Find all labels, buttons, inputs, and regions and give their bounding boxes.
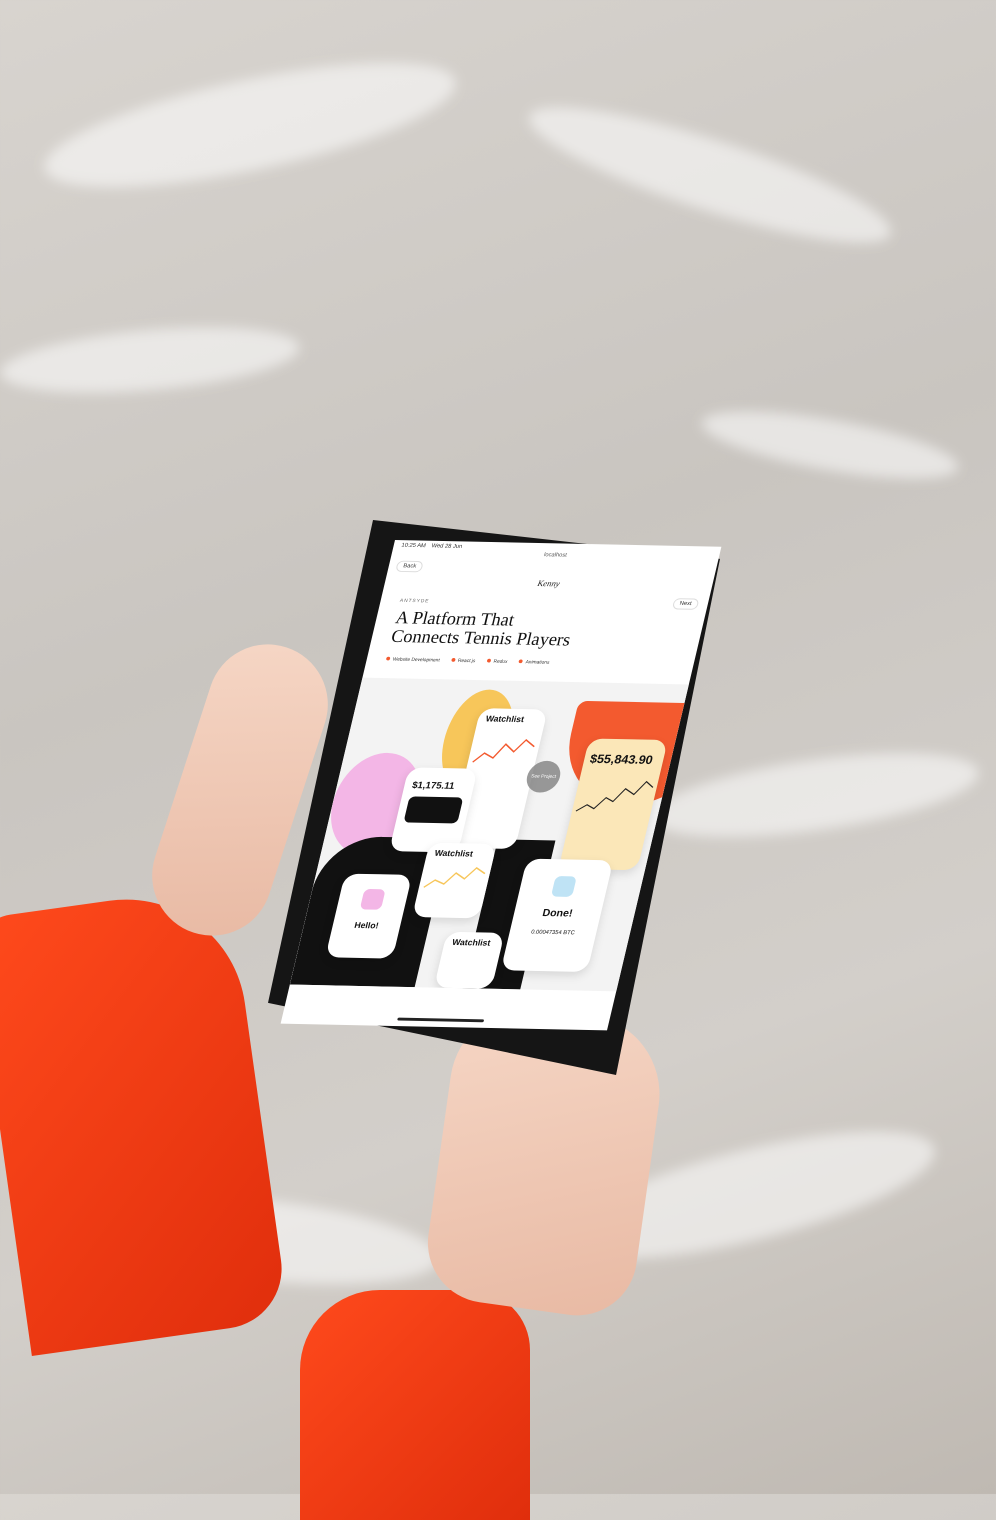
hello-label: Hello! <box>353 920 380 931</box>
tag-label: Redux <box>492 658 508 665</box>
back-button[interactable]: Back <box>395 560 425 573</box>
waving-hand-icon <box>359 888 386 910</box>
tablet-screen[interactable]: 10:25 AM Wed 28 Jun localhost Back Kenny… <box>280 540 722 1031</box>
site-logo[interactable]: Kenny <box>384 575 713 591</box>
btc-amount: 0.00047354 BTC <box>530 929 576 937</box>
next-button[interactable]: Next <box>671 598 700 610</box>
tag-dot-icon <box>385 656 391 661</box>
watchlist-label: Watchlist <box>484 713 526 724</box>
title-line-2: Connects Tennis Players <box>389 626 573 651</box>
balance-amount: $1,175.11 <box>410 780 456 792</box>
tag-item: React.js <box>450 658 476 665</box>
tag-label: React.js <box>457 658 476 665</box>
home-indicator[interactable] <box>397 1017 485 1023</box>
done-label: Done! <box>541 907 574 920</box>
tag-label: Animations <box>524 659 550 666</box>
tag-item: Website Development <box>385 656 441 664</box>
tag-item: Animations <box>518 659 550 666</box>
watchlist-label: Watchlist <box>451 937 492 948</box>
tag-dot-icon <box>486 658 492 663</box>
sparkline-icon <box>423 866 486 888</box>
tablet-device: 10:25 AM Wed 28 Jun localhost Back Kenny… <box>0 0 996 1494</box>
project-client: ANTSYDE <box>399 598 430 605</box>
tag-dot-icon <box>518 659 524 664</box>
price-chart-icon <box>575 780 654 812</box>
watchlist-label: Watchlist <box>433 848 474 859</box>
tag-item: Redux <box>486 658 508 665</box>
tag-dot-icon <box>450 658 456 662</box>
tag-list: Website Development React.js Redux Anima… <box>385 656 550 666</box>
page-title: A Platform That Connects Tennis Players <box>389 608 647 651</box>
thumbs-up-icon <box>550 876 577 897</box>
project-hero-image[interactable]: Watchlist $1,175.11 $55,843.90 Watchlist… <box>289 677 709 992</box>
price-value: $55,843.90 <box>588 751 655 767</box>
tag-label: Website Development <box>392 656 441 664</box>
promo-tile <box>403 796 464 824</box>
